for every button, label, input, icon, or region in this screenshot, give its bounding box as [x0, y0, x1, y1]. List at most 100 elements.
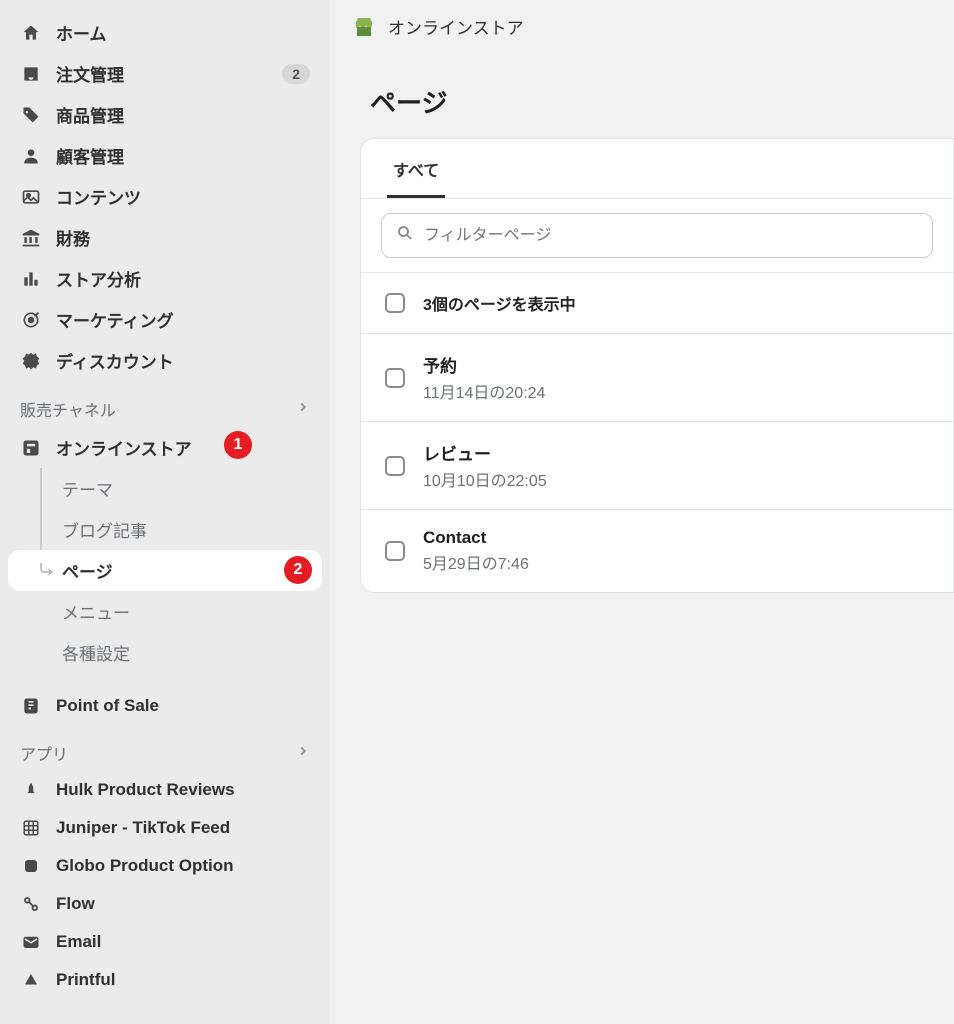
- chart-icon: [20, 268, 42, 290]
- orders-badge: 2: [282, 64, 310, 84]
- header-title: オンラインストア: [388, 14, 524, 39]
- marker-2: 2: [284, 556, 312, 584]
- tree-line: [40, 468, 54, 509]
- pin-icon: [20, 779, 42, 801]
- sub-label: ブログ記事: [62, 517, 147, 542]
- person-icon: [20, 145, 42, 167]
- sidebar-item-customers[interactable]: 顧客管理: [0, 135, 330, 176]
- row-checkbox[interactable]: [385, 541, 405, 561]
- app-email[interactable]: Email: [0, 923, 330, 961]
- inbox-icon: [20, 63, 42, 85]
- nav-label: Juniper - TikTok Feed: [56, 818, 230, 838]
- channels-header[interactable]: 販売チャネル: [0, 381, 330, 427]
- printful-icon: [20, 969, 42, 991]
- sub-label: 各種設定: [62, 640, 130, 665]
- store-header-icon: [352, 15, 376, 39]
- discount-icon: [20, 350, 42, 372]
- row-checkbox[interactable]: [385, 368, 405, 388]
- page-row[interactable]: レビュー 10月10日の22:05: [361, 421, 953, 509]
- nav-label: マーケティング: [56, 307, 174, 332]
- sidebar: ホーム 注文管理 2 商品管理 顧客管理 コンテンツ 財務 ストア分析 マーケテ…: [0, 0, 330, 1024]
- chevron-right-icon: [296, 400, 310, 419]
- summary-row: 3個のページを表示中: [361, 272, 953, 333]
- summary-text: 3個のページを表示中: [423, 291, 576, 315]
- tag-icon: [20, 104, 42, 126]
- filter-row: [361, 199, 953, 272]
- tree-line: [40, 509, 54, 550]
- apps-header[interactable]: アプリ: [0, 725, 330, 771]
- sub-label: ページ: [62, 558, 113, 583]
- email-icon: [20, 931, 42, 953]
- bank-icon: [20, 227, 42, 249]
- nav-label: 商品管理: [56, 102, 124, 127]
- row-date: 11月14日の20:24: [423, 379, 545, 403]
- app-flow[interactable]: Flow: [0, 885, 330, 923]
- pages-card: すべて 3個のページを表示中 予約 11月14日の20:24 レビュー 10月1…: [360, 138, 954, 593]
- sub-item-themes[interactable]: テーマ: [0, 468, 330, 509]
- nav-label: Email: [56, 932, 101, 952]
- nav-label: コンテンツ: [56, 184, 141, 209]
- header-bar: オンラインストア: [330, 0, 954, 53]
- app-juniper[interactable]: Juniper - TikTok Feed: [0, 809, 330, 847]
- chevron-right-icon: [296, 744, 310, 763]
- nav-label: Printful: [56, 970, 116, 990]
- sidebar-item-home[interactable]: ホーム: [0, 12, 330, 53]
- sidebar-item-marketing[interactable]: マーケティング: [0, 299, 330, 340]
- nav-label: Hulk Product Reviews: [56, 780, 235, 800]
- sidebar-item-analytics[interactable]: ストア分析: [0, 258, 330, 299]
- sub-item-pages[interactable]: ページ 2: [8, 550, 322, 591]
- filter-input[interactable]: [424, 227, 918, 245]
- home-icon: [20, 22, 42, 44]
- tree-corner-icon: [38, 560, 56, 583]
- nav-label: 注文管理: [56, 61, 124, 86]
- apps-label: アプリ: [20, 741, 68, 765]
- row-date: 5月29日の7:46: [423, 550, 529, 574]
- nav-label: Point of Sale: [56, 696, 159, 716]
- page-row[interactable]: Contact 5月29日の7:46: [361, 509, 953, 592]
- main-content: オンラインストア ページ すべて 3個のページを表示中 予約 11月14日の20…: [330, 0, 954, 1024]
- sidebar-item-discounts[interactable]: ディスカウント: [0, 340, 330, 381]
- row-date: 10月10日の22:05: [423, 467, 547, 491]
- target-icon: [20, 309, 42, 331]
- app-globo[interactable]: Globo Product Option: [0, 847, 330, 885]
- row-title: 予約: [423, 352, 545, 377]
- sidebar-item-products[interactable]: 商品管理: [0, 94, 330, 135]
- nav-label: ディスカウント: [56, 348, 174, 373]
- pos-icon: [20, 695, 42, 717]
- page-row[interactable]: 予約 11月14日の20:24: [361, 333, 953, 421]
- sub-item-settings[interactable]: 各種設定: [0, 632, 330, 673]
- puzzle-icon: [20, 855, 42, 877]
- nav-label: オンラインストア: [56, 435, 192, 460]
- sidebar-item-online-store[interactable]: オンラインストア 1: [0, 427, 330, 468]
- sidebar-item-content[interactable]: コンテンツ: [0, 176, 330, 217]
- grid-icon: [20, 817, 42, 839]
- store-icon: [20, 437, 42, 459]
- page-title: ページ: [330, 53, 954, 138]
- sub-item-blog[interactable]: ブログ記事: [0, 509, 330, 550]
- nav-label: ホーム: [56, 20, 107, 45]
- tab-all[interactable]: すべて: [387, 139, 445, 198]
- marker-1: 1: [224, 431, 252, 459]
- channels-label: 販売チャネル: [20, 397, 116, 421]
- nav-label: Globo Product Option: [56, 856, 234, 876]
- app-printful[interactable]: Printful: [0, 961, 330, 999]
- row-checkbox[interactable]: [385, 456, 405, 476]
- sub-item-menu[interactable]: メニュー: [0, 591, 330, 632]
- row-title: Contact: [423, 528, 529, 548]
- row-title: レビュー: [423, 440, 547, 465]
- select-all-checkbox[interactable]: [385, 293, 405, 313]
- image-icon: [20, 186, 42, 208]
- search-icon: [396, 224, 414, 247]
- app-hulk-reviews[interactable]: Hulk Product Reviews: [0, 771, 330, 809]
- nav-label: 財務: [56, 225, 90, 250]
- sidebar-item-finance[interactable]: 財務: [0, 217, 330, 258]
- sub-label: メニュー: [62, 599, 130, 624]
- sub-label: テーマ: [62, 476, 113, 501]
- filter-input-wrap[interactable]: [381, 213, 933, 258]
- sidebar-item-orders[interactable]: 注文管理 2: [0, 53, 330, 94]
- nav-label: 顧客管理: [56, 143, 124, 168]
- nav-label: Flow: [56, 894, 95, 914]
- flow-icon: [20, 893, 42, 915]
- tabs: すべて: [361, 139, 953, 199]
- sidebar-item-pos[interactable]: Point of Sale: [0, 687, 330, 725]
